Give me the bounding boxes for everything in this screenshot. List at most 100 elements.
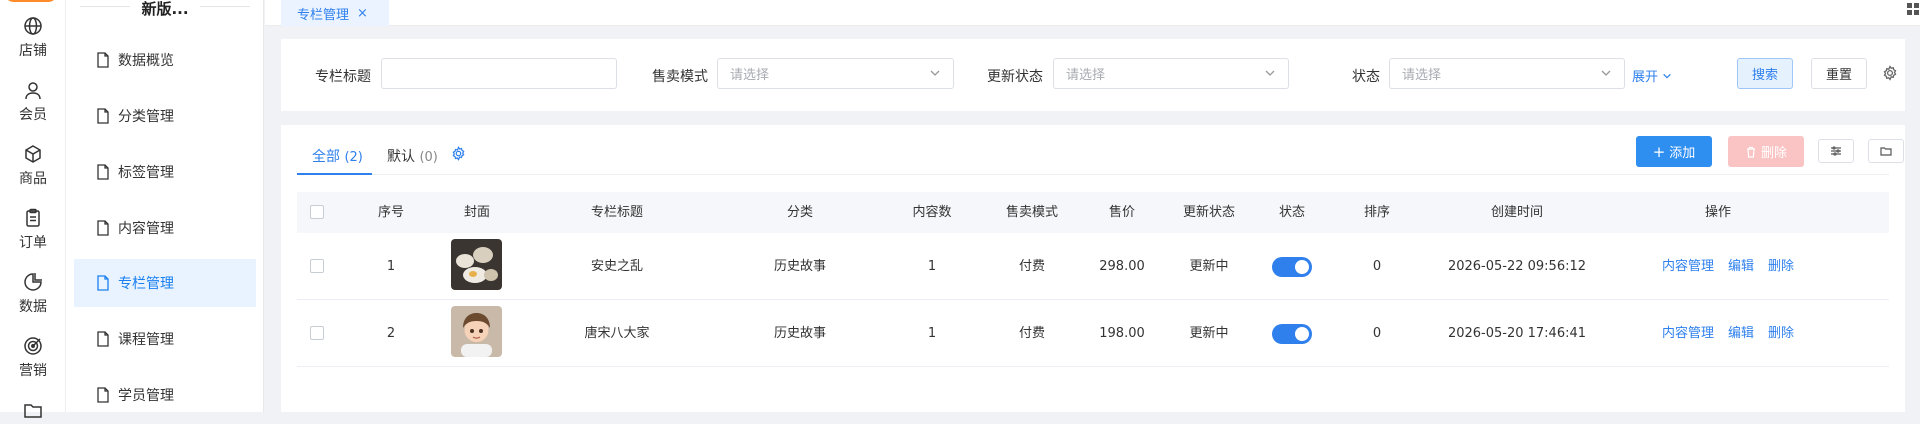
select-all-checkbox[interactable]: [310, 205, 324, 219]
box-icon: [25, 145, 41, 163]
search-button[interactable]: 搜索: [1737, 58, 1793, 89]
delete-link[interactable]: 删除: [1768, 300, 1794, 367]
row-category: 历史故事: [773, 326, 826, 341]
active-tab-indicator: [297, 173, 372, 175]
add-button[interactable]: + 添加: [1636, 136, 1712, 167]
sidebar-item-label: 专栏管理: [118, 276, 174, 292]
sidebar-item-label: 内容管理: [118, 221, 174, 237]
sale-mode-select[interactable]: 请选择: [717, 58, 954, 89]
status-select[interactable]: 请选择: [1389, 58, 1625, 89]
sliders-icon: [1831, 146, 1841, 156]
sidebar-item-content[interactable]: 内容管理: [74, 204, 256, 252]
status-placeholder: 请选择: [1402, 68, 1442, 83]
main-area: 专栏管理 × 专栏标题 售卖模式 请选择 更新状态 请选择 状态 请选择 展开: [265, 0, 1920, 412]
sidebar-item-column[interactable]: 专栏管理: [74, 259, 256, 307]
rail-item-marketing[interactable]: 营销: [0, 336, 66, 380]
sale-mode-label: 售卖模式: [652, 69, 708, 85]
tab-default-count: (0): [419, 150, 438, 165]
row-update-status: 更新中: [1189, 259, 1229, 274]
row-price: 298.00: [1099, 259, 1145, 274]
gear-icon[interactable]: [451, 146, 466, 161]
column-title-input[interactable]: [381, 58, 617, 89]
chevron-down-icon: [1601, 70, 1611, 76]
status-toggle[interactable]: [1272, 324, 1312, 344]
row-index: 2: [386, 326, 396, 341]
rail-item-order[interactable]: 订单: [0, 208, 66, 252]
secondary-sidebar: 新版... 数据概览 分类管理 标签管理 内容管理 专栏管理 课程管理 学员管理: [66, 0, 264, 412]
column-settings-button[interactable]: [1818, 139, 1854, 163]
document-icon: [97, 387, 109, 403]
expand-toggle[interactable]: 展开: [1632, 66, 1672, 85]
document-icon: [97, 52, 109, 68]
content-manage-link[interactable]: 内容管理: [1662, 233, 1714, 300]
plus-icon: +: [1652, 142, 1666, 161]
rail-item-label: 商品: [19, 171, 47, 187]
column-header: 内容数: [912, 205, 952, 220]
clipboard-icon: [26, 208, 40, 227]
row-checkbox[interactable]: [310, 326, 324, 340]
sidebar-item-tag[interactable]: 标签管理: [74, 148, 256, 196]
content-manage-link[interactable]: 内容管理: [1662, 300, 1714, 367]
sidebar-item-course[interactable]: 课程管理: [74, 315, 256, 363]
reset-button[interactable]: 重置: [1811, 58, 1867, 89]
rail-item-label: 数据: [19, 299, 47, 315]
close-icon[interactable]: ×: [357, 6, 368, 21]
status-toggle[interactable]: [1272, 257, 1312, 277]
row-content-count: 1: [927, 259, 937, 274]
delete-button[interactable]: 删除: [1728, 136, 1804, 167]
expand-label: 展开: [1632, 70, 1659, 85]
update-status-select[interactable]: 请选择: [1053, 58, 1289, 89]
document-icon: [97, 331, 109, 347]
row-content-count: 1: [927, 326, 937, 341]
delete-button-label: 删除: [1760, 146, 1787, 161]
rail-item-label: 营销: [19, 363, 47, 379]
document-icon: [97, 108, 109, 124]
row-checkbox[interactable]: [310, 259, 324, 273]
row-sale-mode: 付费: [1018, 326, 1045, 341]
update-status-label: 更新状态: [987, 69, 1043, 85]
user-icon: [25, 82, 41, 100]
add-button-label: 添加: [1669, 146, 1696, 161]
chevron-down-icon: [1265, 70, 1275, 76]
filter-panel: 专栏标题 售卖模式 请选择 更新状态 请选择 状态 请选择 展开 搜索 重置: [281, 39, 1905, 111]
row-index: 1: [386, 259, 396, 274]
table-row: 1 安史之乱 历史故事 1 付费 298.00 更新中 0 2026-05-22…: [297, 233, 1889, 300]
row-price: 198.00: [1099, 326, 1145, 341]
rail-item-label: 店铺: [19, 43, 47, 59]
sidebar-item-category[interactable]: 分类管理: [74, 92, 256, 140]
tab-all-label: 全部: [312, 149, 340, 165]
folder-icon: [24, 404, 42, 418]
column-header: 创建时间: [1490, 205, 1543, 220]
rail-item-member[interactable]: 会员: [0, 80, 66, 124]
tab-column-management[interactable]: 专栏管理 ×: [281, 0, 389, 26]
gear-icon[interactable]: [1882, 65, 1898, 81]
rail-item-product[interactable]: 商品: [0, 144, 66, 188]
row-title: 唐宋八大家: [584, 326, 650, 341]
sidebar-item-label: 分类管理: [118, 109, 174, 125]
document-icon: [97, 164, 109, 180]
folder-button[interactable]: [1868, 139, 1904, 163]
edit-link[interactable]: 编辑: [1728, 233, 1754, 300]
tab-all[interactable]: 全部 (2): [312, 146, 363, 166]
delete-link[interactable]: 删除: [1768, 233, 1794, 300]
row-sort: 0: [1372, 326, 1382, 341]
sidebar-item-label: 标签管理: [118, 165, 174, 181]
rail-item-more[interactable]: [0, 400, 66, 424]
tab-default[interactable]: 默认 (0): [387, 146, 438, 166]
tab-bar: 专栏管理 ×: [265, 0, 1920, 26]
trash-icon: [1746, 146, 1755, 158]
rail-item-shop[interactable]: 店铺: [0, 16, 66, 60]
grid-icon[interactable]: [1906, 2, 1920, 16]
cover-eggs-image: [451, 239, 502, 290]
cover-boy-avatar-image: [451, 306, 502, 357]
rail-item-data[interactable]: 数据: [0, 272, 66, 316]
edit-link[interactable]: 编辑: [1728, 300, 1754, 367]
column-list-panel: 全部 (2) 默认 (0) + 添加 删除 序号 封面 专栏标题 分类 内容数 …: [281, 125, 1905, 412]
rail-item-label: 会员: [19, 107, 47, 123]
sidebar-item-overview[interactable]: 数据概览: [74, 36, 256, 84]
column-header: 更新状态: [1182, 205, 1235, 220]
cover-image[interactable]: [451, 306, 502, 357]
sidebar-item-label: 课程管理: [118, 332, 174, 348]
column-header: 售卖模式: [1005, 205, 1058, 220]
cover-image[interactable]: [451, 239, 502, 290]
